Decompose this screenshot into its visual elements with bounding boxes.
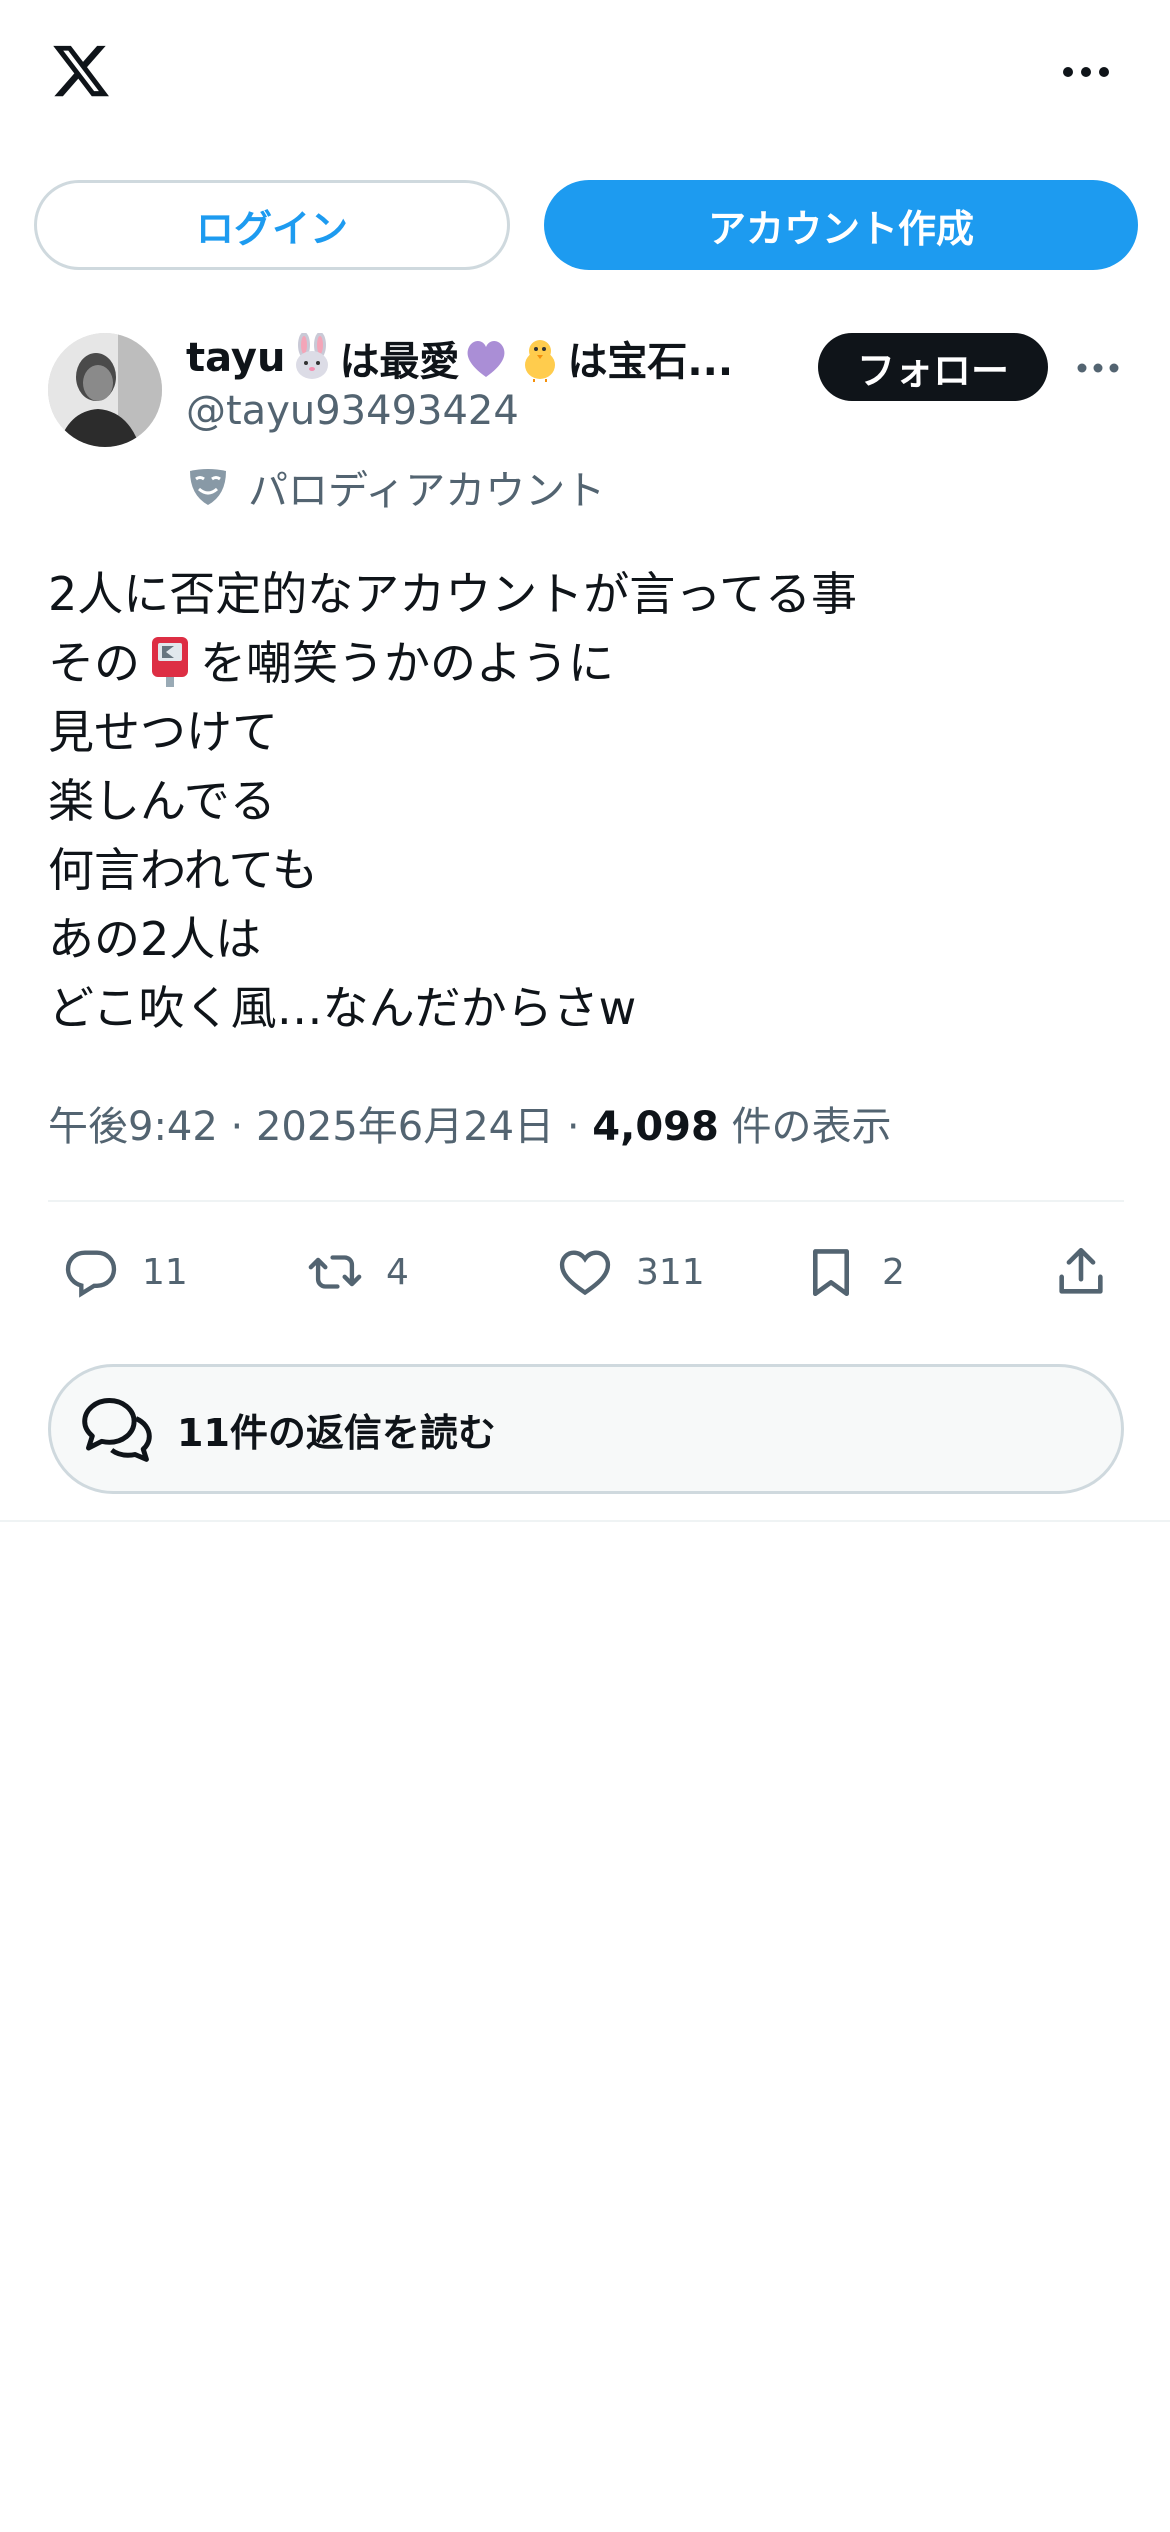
speech-bubbles-icon (82, 1398, 152, 1462)
parody-label: パロディアカウント (186, 458, 605, 516)
chick-emoji-icon (525, 340, 556, 382)
tweet-line: 2人に否定的なアカウントが言ってる事 (48, 567, 857, 621)
tweet-meta: 午後9:42 · 2025年6月24日 · 4,098 件の表示 (48, 1094, 892, 1152)
author-name-prefix: tayu (186, 335, 286, 381)
author-handle[interactable]: @tayu93493424 (186, 388, 519, 434)
share-action[interactable] (1052, 1232, 1132, 1312)
author-name-part3: は宝石... (567, 339, 734, 385)
create-account-button[interactable]: アカウント作成 (544, 180, 1138, 270)
bookmark-icon (812, 1249, 850, 1297)
tweet-actions: 11 4 311 2 (0, 1232, 1170, 1312)
tweet-line-rest: を嘲笑うかのように (200, 636, 614, 690)
login-button[interactable]: ログイン (34, 180, 510, 270)
tweet-line: 楽しんでる (48, 774, 276, 828)
more-horizontal-icon[interactable] (1060, 52, 1112, 92)
retweet-action[interactable]: 4 (306, 1232, 409, 1312)
retweet-icon (308, 1255, 362, 1289)
tweet-line: その を嘲笑うかのように (48, 629, 1128, 698)
x-logo-icon[interactable] (48, 40, 114, 102)
bookmark-count: 2 (882, 1251, 905, 1293)
like-action[interactable]: 311 (556, 1232, 705, 1312)
tweet-line: 何言われても (48, 843, 319, 897)
purple-heart-emoji-icon (468, 341, 505, 377)
parody-text: パロディアカウント (248, 468, 606, 514)
rabbit-emoji-icon (296, 333, 329, 379)
follow-button[interactable]: フォロー (818, 333, 1048, 401)
retweet-count: 4 (386, 1251, 409, 1293)
tweet-line: あの2人は (48, 912, 262, 966)
tweet-time[interactable]: 午後9:42 (48, 1104, 218, 1150)
divider (48, 1200, 1124, 1202)
more-horizontal-icon[interactable] (1075, 350, 1121, 386)
reply-count: 11 (142, 1251, 188, 1293)
bookmark-action[interactable]: 2 (802, 1232, 905, 1312)
avatar-photo (48, 333, 162, 447)
reply-icon (65, 1250, 117, 1298)
theater-mask-icon (190, 469, 226, 505)
top-bar (0, 0, 1170, 150)
author-name-part2: は最愛 (339, 339, 460, 385)
like-count: 311 (636, 1251, 705, 1293)
meta-separator: · (230, 1104, 244, 1150)
avatar[interactable] (48, 333, 162, 447)
tweet-line: どこ吹く風…なんだからさw (48, 981, 637, 1035)
author-name[interactable]: tayu は最愛 は宝石... (186, 330, 806, 386)
tweet-line-prefix: その (48, 636, 140, 690)
views-count: 4,098 (592, 1104, 719, 1150)
meta-separator: · (566, 1104, 580, 1150)
read-replies-button[interactable]: 11件の返信を読む (48, 1364, 1124, 1494)
postbox-emoji-icon (152, 637, 188, 687)
tweet-line: 見せつけて (48, 705, 278, 759)
read-replies-label: 11件の返信を読む (177, 1410, 496, 1455)
views-label: 件の表示 (731, 1104, 892, 1150)
divider (0, 1520, 1170, 1522)
heart-icon (559, 1250, 611, 1296)
tweet-text: 2人に否定的なアカウントが言ってる事 その を嘲笑うかのように 見せつけて 楽し… (48, 560, 1128, 1043)
reply-action[interactable]: 11 (62, 1232, 188, 1312)
share-icon (1059, 1247, 1103, 1294)
tweet-date[interactable]: 2025年6月24日 (256, 1104, 554, 1150)
